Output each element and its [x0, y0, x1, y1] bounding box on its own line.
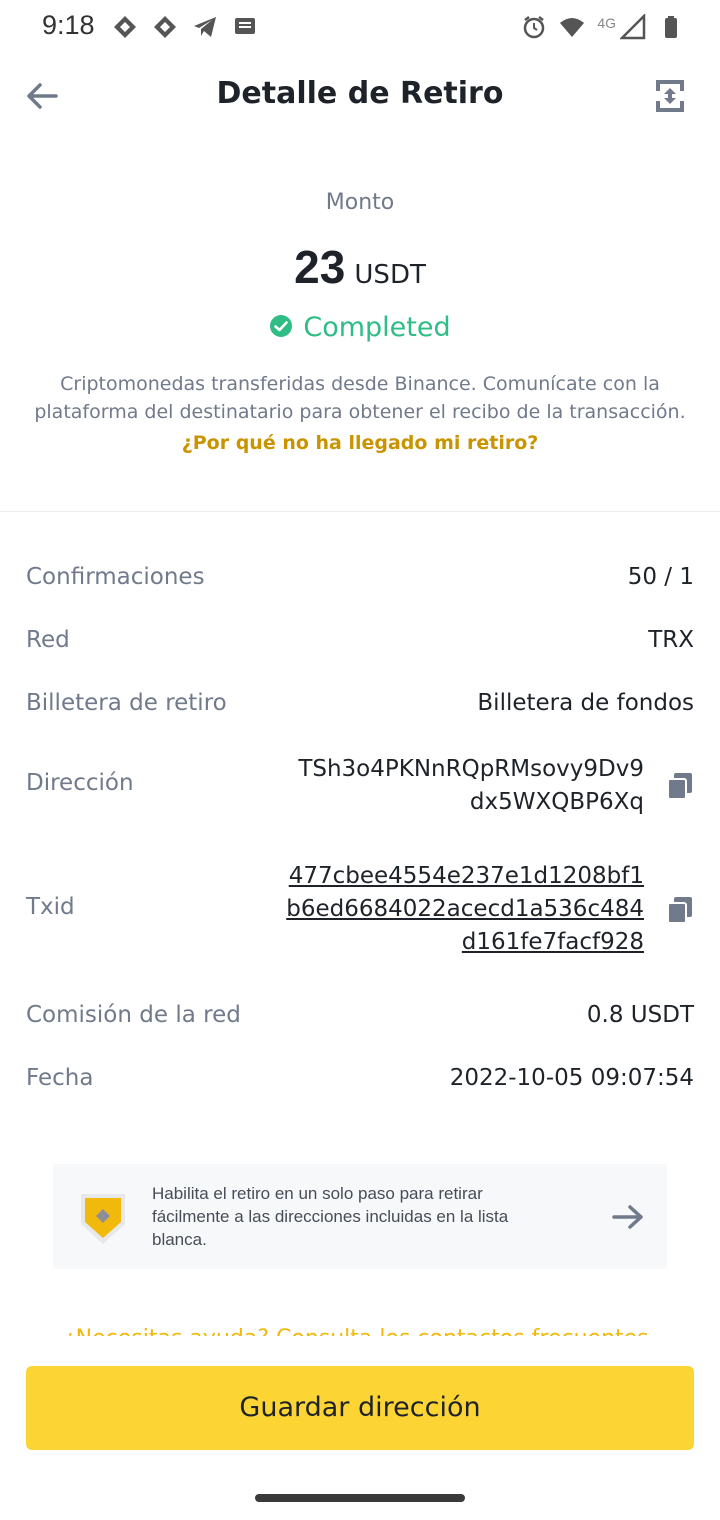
amount: 23 USDT [0, 240, 720, 294]
confirmations-value: 50 / 1 [627, 564, 694, 590]
status-time: 9:18 [42, 10, 95, 40]
banner-text: Habilita el retiro en un solo paso para … [152, 1184, 509, 1249]
address-label: Dirección [26, 770, 134, 796]
fee-label: Comisión de la red [26, 1002, 241, 1028]
one-step-withdrawal-banner[interactable]: Habilita el retiro en un solo paso para … [53, 1164, 667, 1269]
date-value: 2022-10-05 09:07:54 [449, 1065, 694, 1091]
copy-address-icon[interactable] [666, 771, 694, 801]
notification-icons [112, 14, 258, 40]
row-address: Dirección TSh3o4PKNnRQpRMsovy9Dv9 dx5WXQ… [26, 753, 694, 823]
description: Criptomonedas transferidas desde Binance… [34, 373, 686, 423]
row-fee: Comisión de la red 0.8 USDT [26, 1002, 694, 1036]
copy-txid-icon[interactable] [666, 895, 694, 925]
address-value: TSh3o4PKNnRQpRMsovy9Dv9 dx5WXQBP6Xq [298, 753, 644, 819]
row-confirmations: Confirmaciones 50 / 1 [26, 564, 694, 598]
message-icon [235, 18, 255, 34]
export-icon[interactable] [650, 76, 690, 116]
save-address-button[interactable]: Guardar dirección [26, 1366, 694, 1450]
address-line: TSh3o4PKNnRQpRMsovy9Dv9 [298, 756, 644, 782]
check-circle-icon [270, 315, 293, 337]
shield-icon [81, 1194, 125, 1244]
alarm-icon [524, 16, 545, 39]
header: Detalle de Retiro [0, 60, 720, 132]
row-wallet: Billetera de retiro Billetera de fondos [26, 690, 694, 724]
date-label: Fecha [26, 1065, 94, 1091]
amount-unit: USDT [354, 260, 426, 290]
confirmations-label: Confirmaciones [26, 564, 205, 590]
row-date: Fecha 2022-10-05 09:07:54 [26, 1065, 694, 1099]
signal-icon [620, 14, 646, 40]
battery-icon [665, 16, 677, 38]
txid-value[interactable]: 477cbee4554e237e1d1208bf1 b6ed6684022ace… [286, 860, 644, 959]
network-value: TRX [648, 627, 694, 653]
txid-line[interactable]: 477cbee4554e237e1d1208bf1 [286, 860, 644, 893]
help-link-text[interactable]: ¿Necesitas ayuda? Consulta los contactos… [64, 1326, 649, 1336]
amount-label: Monto [325, 190, 395, 215]
page-title: Detalle de Retiro [216, 76, 504, 111]
divider [0, 511, 720, 512]
wallet-label: Billetera de retiro [26, 690, 227, 716]
txid-line[interactable]: b6ed6684022acecd1a536c484 [286, 893, 644, 926]
network-type: 4G [597, 15, 616, 31]
amount-value: 23 [294, 241, 346, 293]
status: Completed [0, 312, 720, 343]
wallet-value: Billetera de fondos [477, 690, 694, 716]
txid-line[interactable]: d161fe7facf928 [286, 926, 644, 959]
status-text: Completed [303, 312, 451, 343]
txid-label: Txid [26, 894, 75, 920]
telegram-icon [194, 17, 216, 37]
arrow-right-icon[interactable] [611, 1202, 645, 1232]
network-label: Red [26, 627, 70, 653]
help-link-cutoff[interactable]: ¿Necesitas ayuda? Consulta los contactos… [64, 1322, 664, 1336]
home-indicator[interactable] [255, 1494, 465, 1502]
system-icons: 4G [521, 14, 684, 40]
binance-notification-icon [154, 16, 176, 38]
address-line: dx5WXQBP6Xq [469, 789, 644, 815]
row-txid: Txid 477cbee4554e237e1d1208bf1 b6ed66840… [26, 860, 694, 960]
why-not-arrived-link[interactable]: ¿Por qué no ha llegado mi retiro? [0, 432, 720, 454]
binance-notification-icon [114, 16, 136, 38]
wifi-icon [560, 18, 585, 37]
row-network: Red TRX [26, 627, 694, 661]
status-bar: 9:18 4G [0, 0, 720, 56]
fee-value: 0.8 USDT [586, 1002, 694, 1028]
